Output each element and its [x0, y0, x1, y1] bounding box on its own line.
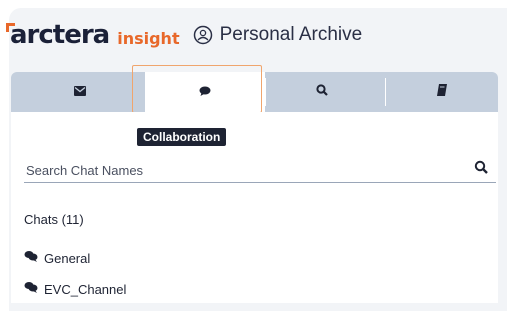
tab-search[interactable]	[265, 72, 379, 112]
search-chat-input[interactable]	[24, 158, 468, 182]
chat-panel	[11, 112, 498, 303]
chat-item-evc-channel[interactable]: EVC_Channel	[24, 280, 126, 298]
logo-accent-mark	[6, 23, 15, 32]
chat-icon	[24, 249, 38, 267]
chats-heading: Chats (11)	[24, 212, 84, 227]
logo-insight-text: insight	[117, 28, 180, 48]
tab-tooltip: Collaboration	[137, 128, 227, 146]
arctera-logo: arctera	[6, 20, 110, 50]
tab-notebook[interactable]	[385, 72, 499, 112]
chat-item-label: EVC_Channel	[44, 281, 127, 297]
search-icon	[316, 83, 328, 101]
tab-focus-outline	[132, 65, 262, 113]
notebook-icon	[437, 83, 447, 101]
chat-item-label: General	[44, 250, 91, 266]
chat-search	[24, 158, 496, 183]
search-button-icon[interactable]	[474, 160, 492, 178]
tab-email[interactable]	[23, 72, 137, 112]
envelope-icon	[74, 83, 86, 101]
archive-user-icon	[192, 24, 214, 46]
chat-icon	[24, 280, 38, 298]
app-header: arctera insight Personal Archive	[6, 18, 363, 52]
page-title: Personal Archive	[219, 24, 363, 45]
logo-arctera-text: arctera	[10, 20, 110, 50]
chat-item-general[interactable]: General	[24, 249, 90, 267]
